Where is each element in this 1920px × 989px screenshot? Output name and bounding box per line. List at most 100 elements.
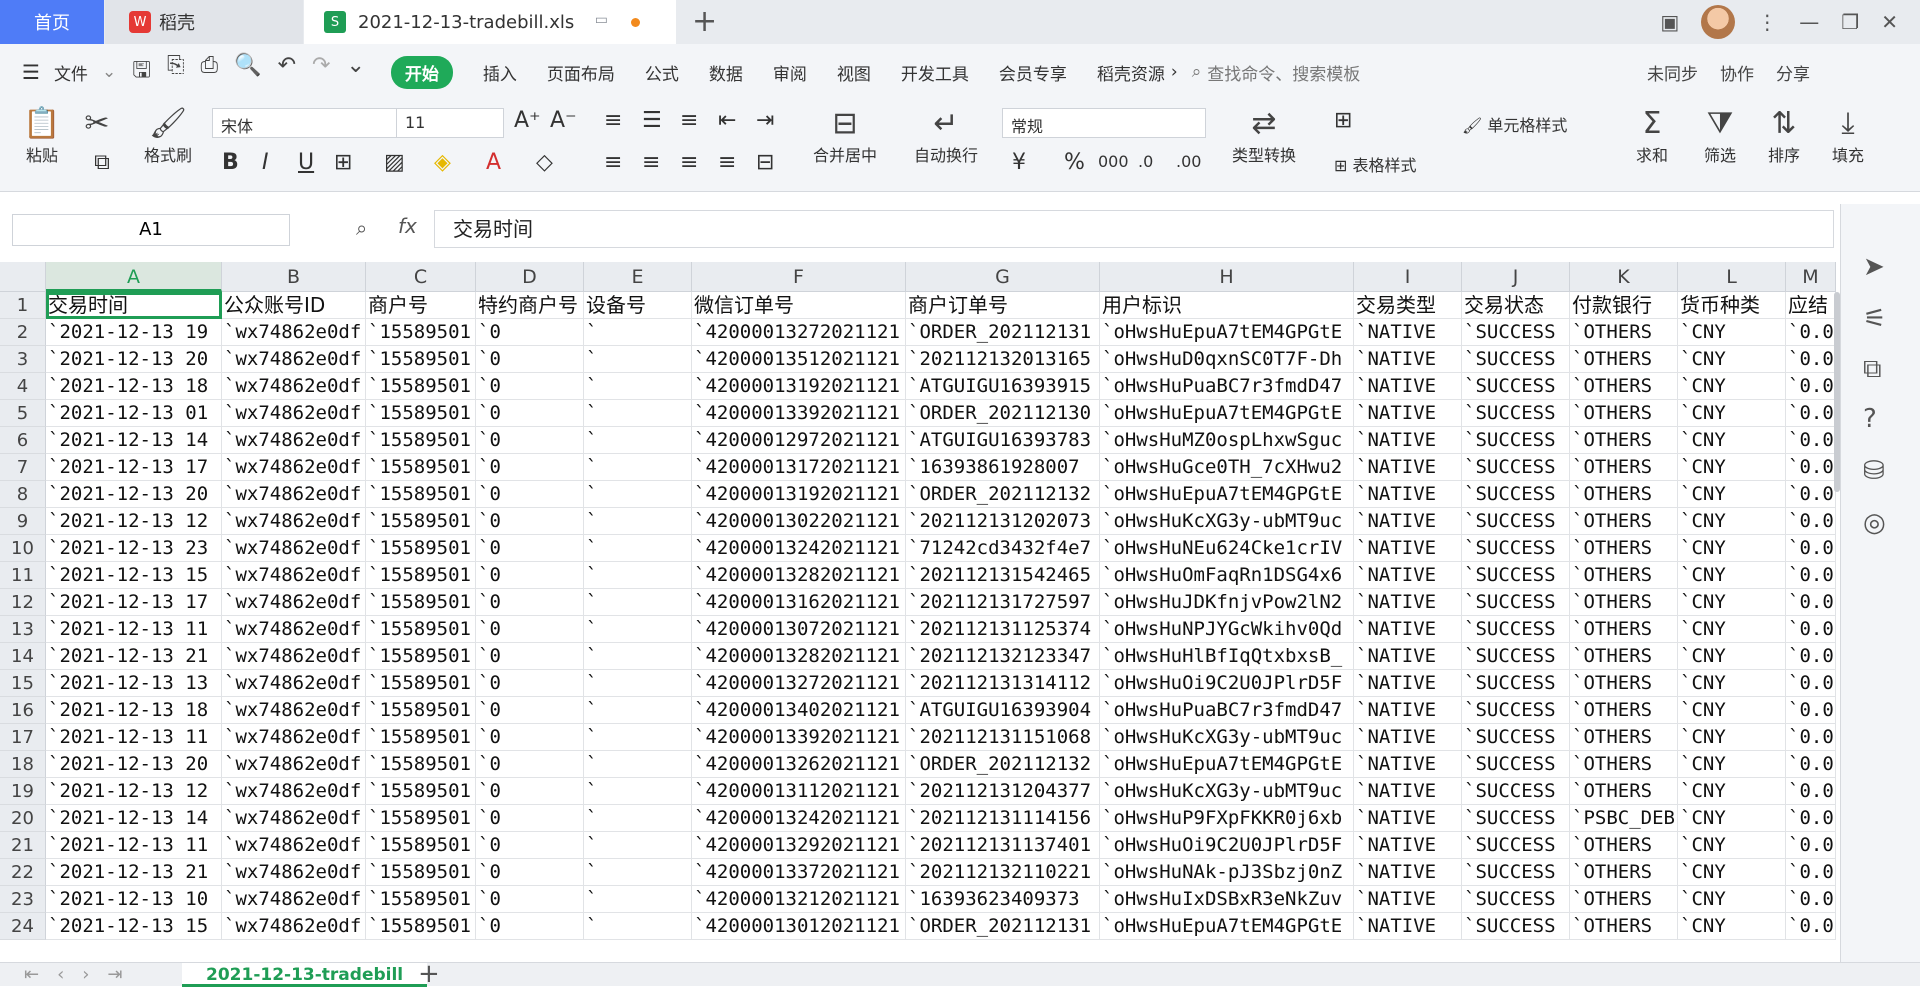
table-cell[interactable]: `0 <box>476 400 584 427</box>
table-cell[interactable]: `CNY <box>1678 724 1786 751</box>
table-cell[interactable]: `0 <box>476 535 584 562</box>
table-cell[interactable]: `NATIVE <box>1354 859 1462 886</box>
table-cell[interactable]: `SUCCESS <box>1462 805 1570 832</box>
table-cell[interactable]: `CNY <box>1678 535 1786 562</box>
row-header[interactable]: 4 <box>0 373 46 400</box>
table-cell[interactable]: `2021-12-13 23 <box>46 535 222 562</box>
table-cell[interactable]: `15589501 <box>366 562 476 589</box>
table-cell[interactable]: `ORDER_202112130 <box>906 400 1100 427</box>
column-header-l[interactable]: L <box>1678 262 1786 292</box>
table-cell[interactable]: `OTHERS <box>1570 562 1678 589</box>
conditional-format-icon[interactable]: ⊞ <box>1334 108 1352 133</box>
column-header-e[interactable]: E <box>584 262 692 292</box>
table-cell[interactable]: `NATIVE <box>1354 886 1462 913</box>
header-cell[interactable]: 应结 <box>1786 292 1836 319</box>
table-cell[interactable]: `0.0 <box>1786 778 1836 805</box>
tab-home[interactable]: 首页 <box>0 0 104 44</box>
table-cell[interactable]: `15589501 <box>366 859 476 886</box>
indent-decrease-icon[interactable]: ⇤ <box>718 108 736 133</box>
table-cell[interactable]: `OTHERS <box>1570 670 1678 697</box>
column-header-b[interactable]: B <box>222 262 366 292</box>
table-cell[interactable]: `15589501 <box>366 400 476 427</box>
sum-button[interactable]: Σ 求和 <box>1624 106 1680 166</box>
percent-icon[interactable]: % <box>1064 150 1085 175</box>
table-cell[interactable]: `202112131114156 <box>906 805 1100 832</box>
table-cell[interactable]: `SUCCESS <box>1462 589 1570 616</box>
table-cell[interactable]: `NATIVE <box>1354 427 1462 454</box>
table-cell[interactable]: `0 <box>476 778 584 805</box>
table-cell[interactable]: `42000013172021121 <box>692 454 906 481</box>
table-cell[interactable]: `SUCCESS <box>1462 427 1570 454</box>
table-cell[interactable]: `42000013392021121 <box>692 724 906 751</box>
table-cell[interactable]: `oHwsHuOi9C2U0JPlrD5F <box>1100 832 1354 859</box>
table-cell[interactable]: ` <box>584 400 692 427</box>
table-cell[interactable]: `SUCCESS <box>1462 724 1570 751</box>
table-cell[interactable]: ` <box>584 589 692 616</box>
table-cell[interactable]: `0.0 <box>1786 670 1836 697</box>
table-cell[interactable]: `15589501 <box>366 697 476 724</box>
table-cell[interactable]: `wx74862e0df <box>222 832 366 859</box>
table-cell[interactable]: `CNY <box>1678 778 1786 805</box>
table-cell[interactable]: `NATIVE <box>1354 589 1462 616</box>
column-header-j[interactable]: J <box>1462 262 1570 292</box>
column-header-f[interactable]: F <box>692 262 906 292</box>
table-cell[interactable]: ` <box>584 832 692 859</box>
table-cell[interactable]: `42000013212021121 <box>692 886 906 913</box>
table-cell[interactable]: `15589501 <box>366 346 476 373</box>
table-cell[interactable]: `0 <box>476 724 584 751</box>
table-cell[interactable]: `SUCCESS <box>1462 697 1570 724</box>
table-cell[interactable]: `oHwsHuEpuA7tEM4GPGtE <box>1100 481 1354 508</box>
help-icon[interactable]: ? <box>1863 404 1877 434</box>
table-cell[interactable]: `wx74862e0df <box>222 400 366 427</box>
table-cell[interactable]: `oHwsHuIxDSBxR3eNkZuv <box>1100 886 1354 913</box>
table-cell[interactable]: ` <box>584 535 692 562</box>
row-header[interactable]: 6 <box>0 427 46 454</box>
table-cell[interactable]: `wx74862e0df <box>222 724 366 751</box>
fill-button[interactable]: ⤓ 填充 <box>1820 106 1876 166</box>
table-cell[interactable]: `0 <box>476 886 584 913</box>
table-cell[interactable]: `0.0 <box>1786 805 1836 832</box>
table-cell[interactable]: `SUCCESS <box>1462 913 1570 940</box>
sort-button[interactable]: ⇅ 排序 <box>1756 106 1812 166</box>
header-cell[interactable]: 设备号 <box>584 292 692 319</box>
table-cell[interactable]: `wx74862e0df <box>222 346 366 373</box>
table-cell[interactable]: `42000013512021121 <box>692 346 906 373</box>
decrease-decimal-icon[interactable]: .00 <box>1176 152 1201 171</box>
table-cell[interactable]: `2021-12-13 11 <box>46 724 222 751</box>
header-cell[interactable]: 交易状态 <box>1462 292 1570 319</box>
table-cell[interactable]: `42000013192021121 <box>692 481 906 508</box>
merge-center-button[interactable]: ⊟ 合并居中 <box>800 106 890 166</box>
table-cell[interactable]: `16393861928007 <box>906 454 1100 481</box>
table-cell[interactable]: `CNY <box>1678 373 1786 400</box>
table-cell[interactable]: `42000013282021121 <box>692 643 906 670</box>
table-cell[interactable]: `oHwsHuOmFaqRn1DSG4x6 <box>1100 562 1354 589</box>
table-cell[interactable]: `CNY <box>1678 346 1786 373</box>
row-header[interactable]: 3 <box>0 346 46 373</box>
table-cell[interactable]: ` <box>584 319 692 346</box>
menu-insert[interactable]: 插入 <box>483 60 517 85</box>
table-cell[interactable]: `OTHERS <box>1570 859 1678 886</box>
table-cell[interactable]: `42000013372021121 <box>692 859 906 886</box>
table-cell[interactable]: ` <box>584 643 692 670</box>
column-header-i[interactable]: I <box>1354 262 1462 292</box>
chevron-right-icon[interactable]: › <box>1171 62 1178 82</box>
table-cell[interactable]: `NATIVE <box>1354 535 1462 562</box>
table-cell[interactable]: `2021-12-13 13 <box>46 670 222 697</box>
table-cell[interactable]: `NATIVE <box>1354 454 1462 481</box>
table-cell[interactable]: `wx74862e0df <box>222 319 366 346</box>
table-cell[interactable]: `oHwsHuHlBfIqQtxbxsB_ <box>1100 643 1354 670</box>
avatar[interactable] <box>1701 5 1736 39</box>
table-cell[interactable]: `0 <box>476 427 584 454</box>
table-cell[interactable]: `NATIVE <box>1354 832 1462 859</box>
fill-color-icon[interactable]: ◈ <box>434 150 451 175</box>
menu-docer-resources[interactable]: 稻壳资源 <box>1097 60 1165 85</box>
header-cell[interactable]: 用户标识 <box>1100 292 1354 319</box>
header-cell[interactable]: 商户订单号 <box>906 292 1100 319</box>
save-icon[interactable]: 🖫 <box>132 53 151 91</box>
table-cell[interactable]: `15589501 <box>366 589 476 616</box>
table-cell[interactable]: `15589501 <box>366 643 476 670</box>
increase-decimal-icon[interactable]: .0 <box>1138 152 1153 171</box>
table-cell[interactable]: `0.0 <box>1786 832 1836 859</box>
table-cell[interactable]: `0 <box>476 562 584 589</box>
table-cell[interactable]: `0 <box>476 832 584 859</box>
